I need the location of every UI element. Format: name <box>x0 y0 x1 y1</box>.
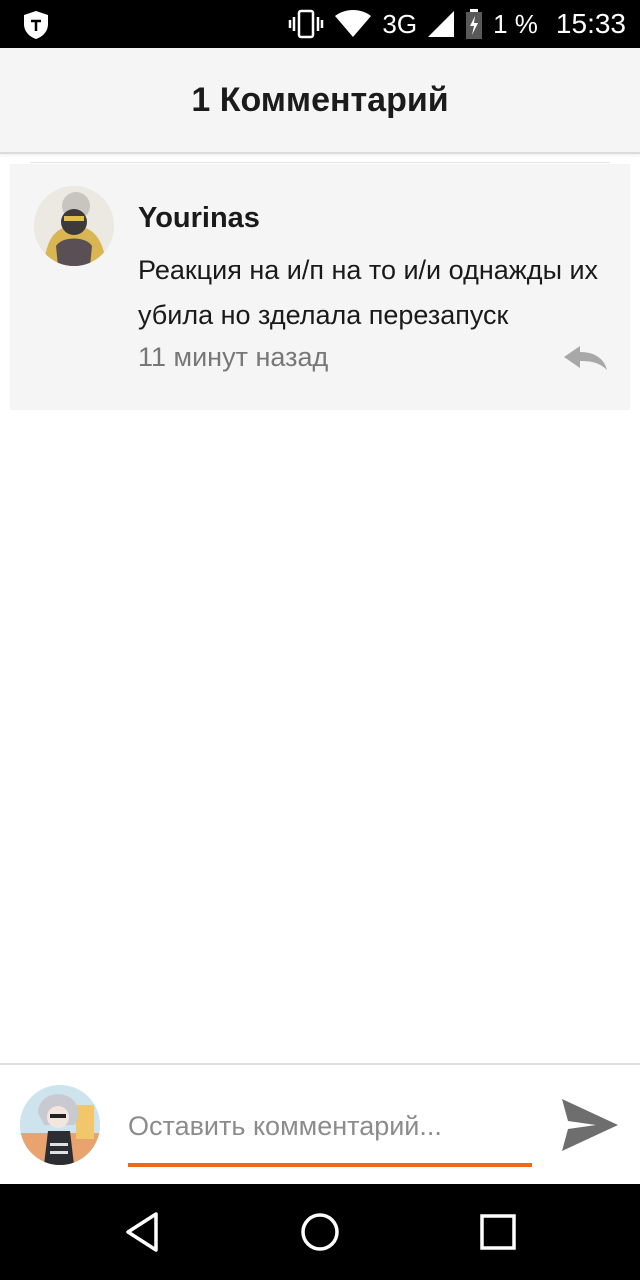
page-title: 1 Комментарий <box>191 80 449 119</box>
vibrate-icon <box>289 9 324 39</box>
recents-icon[interactable] <box>472 1206 524 1258</box>
home-icon[interactable] <box>294 1206 346 1258</box>
status-bar: 3G 1 % 15:33 <box>0 0 640 48</box>
network-type: 3G <box>382 8 418 39</box>
comment-author[interactable]: Yourinas <box>138 202 260 235</box>
comment-timestamp: 11 минут назад <box>138 342 329 372</box>
comment-item: Yourinas Реакция на и/п на то и/и однажд… <box>10 164 630 410</box>
clock: 15:33 <box>555 8 626 39</box>
battery-percent: 1 % <box>493 8 538 39</box>
user-avatar <box>34 186 114 266</box>
comment-input-bar <box>0 1063 640 1186</box>
comment-input[interactable] <box>128 1103 532 1149</box>
author-avatar[interactable] <box>34 186 114 266</box>
shield-icon <box>24 11 48 39</box>
signal-icon <box>428 11 455 37</box>
battery-charging-icon <box>466 9 483 39</box>
user-avatar <box>20 1085 100 1165</box>
header: 1 Комментарий <box>0 48 640 154</box>
navigation-bar <box>0 1184 640 1280</box>
input-underline <box>128 1163 532 1167</box>
my-avatar[interactable] <box>20 1085 100 1165</box>
back-icon[interactable] <box>116 1206 168 1258</box>
wifi-icon <box>335 10 372 37</box>
send-icon[interactable] <box>560 1097 620 1153</box>
divider <box>30 162 610 163</box>
reply-icon[interactable] <box>562 344 608 370</box>
comment-text: Реакция на и/п на то и/и однажды их убил… <box>138 255 599 330</box>
